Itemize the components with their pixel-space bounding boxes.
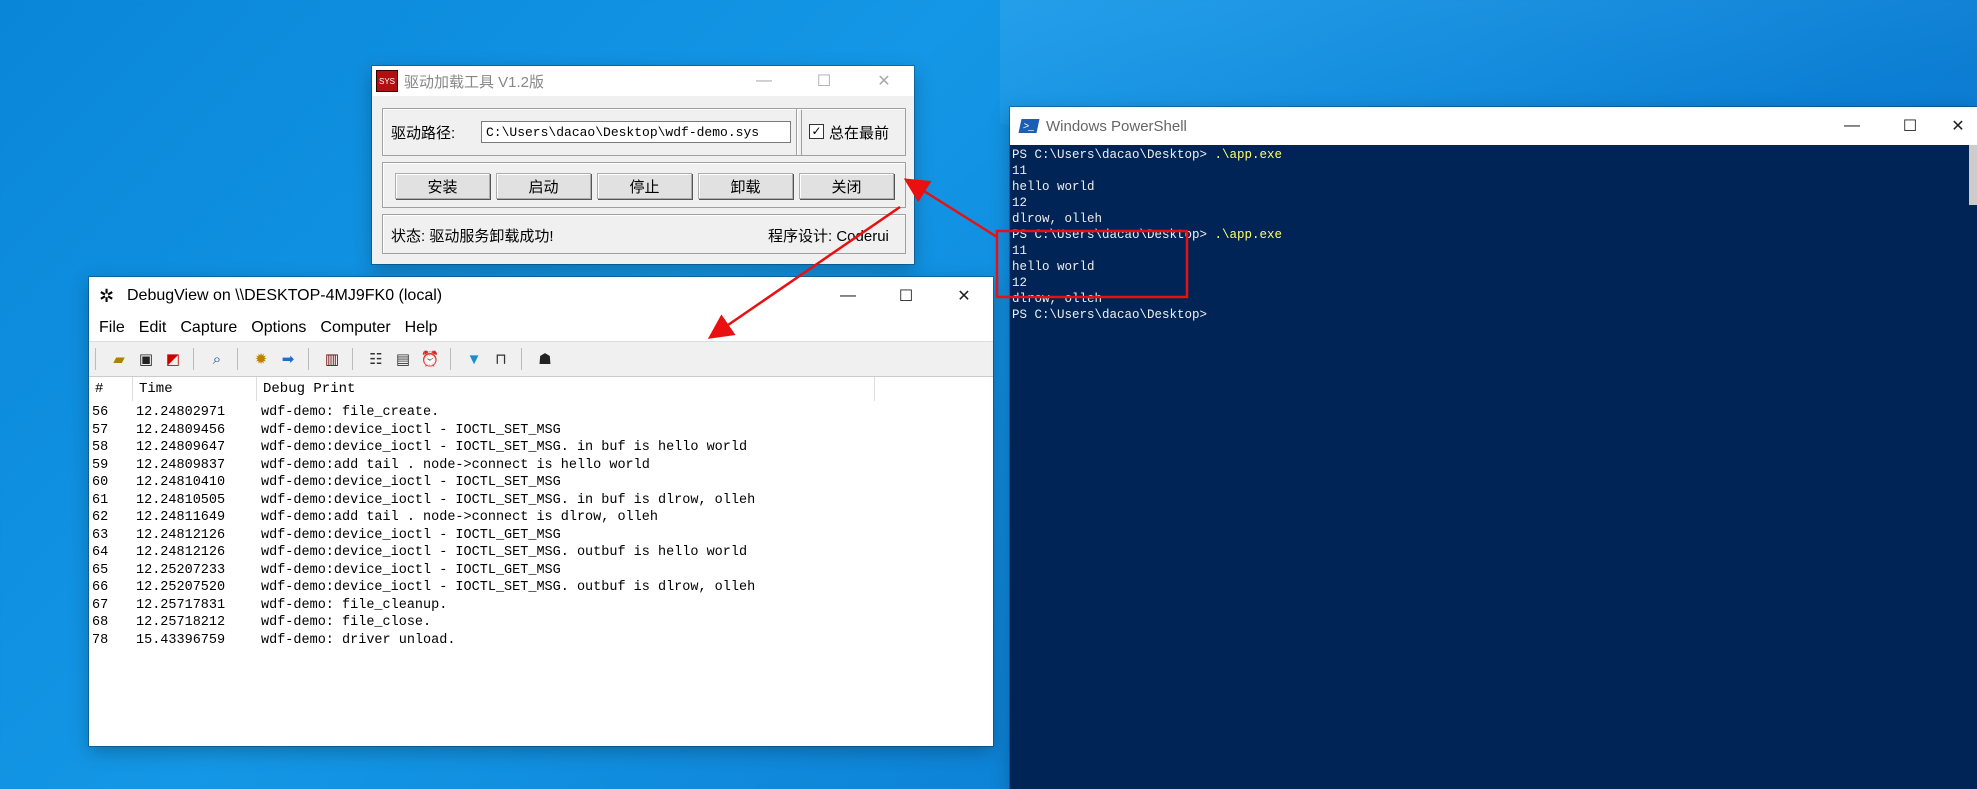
arrow-to-debugview <box>707 205 901 339</box>
arrow-to-loader <box>903 178 998 239</box>
highlight-box <box>995 229 1189 299</box>
annotation-overlay <box>707 178 1189 339</box>
